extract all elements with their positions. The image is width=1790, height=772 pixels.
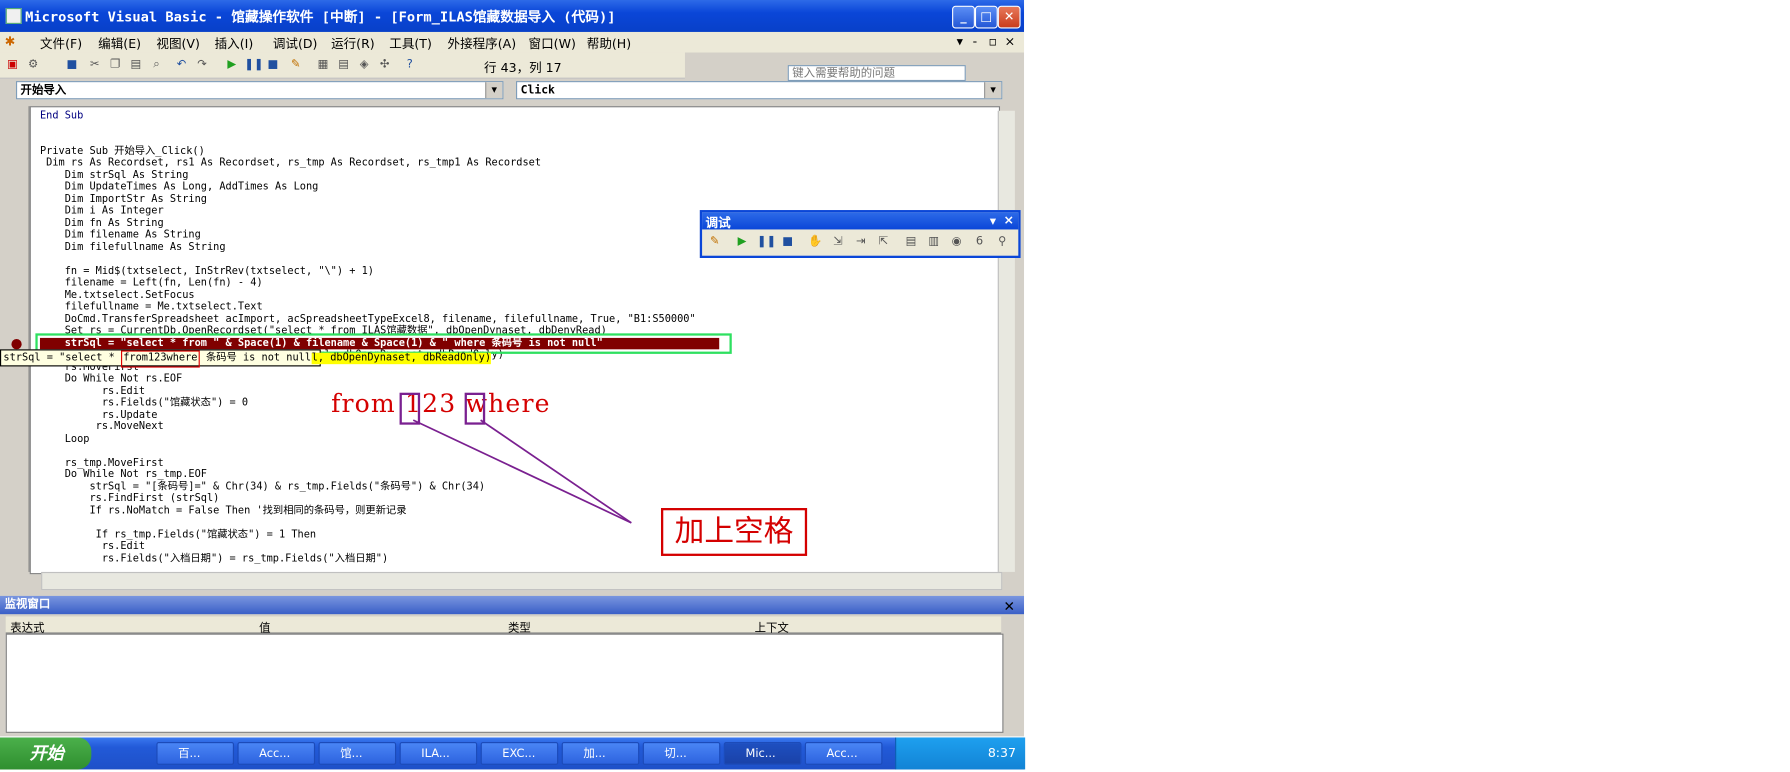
taskbar-button[interactable]: Acc...	[237, 742, 316, 765]
taskbar: 开始 百... Acc... 馆... ILA... EXC... 加... 切…	[0, 737, 1026, 770]
taskbar-button[interactable]: 馆...	[318, 742, 397, 765]
annotation-callout: 加上空格	[660, 508, 808, 556]
taskbar-button[interactable]: 加...	[561, 742, 640, 765]
taskbar-button[interactable]: EXC...	[480, 742, 559, 765]
clock: 8:37	[987, 745, 1017, 761]
taskbar-button[interactable]: 百...	[156, 742, 235, 765]
taskbar-button[interactable]: ILA...	[399, 742, 478, 765]
taskbar-button[interactable]: Acc...	[804, 742, 883, 765]
annotation-arrows	[412, 419, 632, 524]
system-tray: 8:37	[895, 737, 1026, 770]
start-button[interactable]: 开始	[0, 737, 92, 770]
taskbar-button[interactable]: 切...	[642, 742, 721, 765]
taskbar-button-active[interactable]: Mic...	[723, 742, 802, 765]
